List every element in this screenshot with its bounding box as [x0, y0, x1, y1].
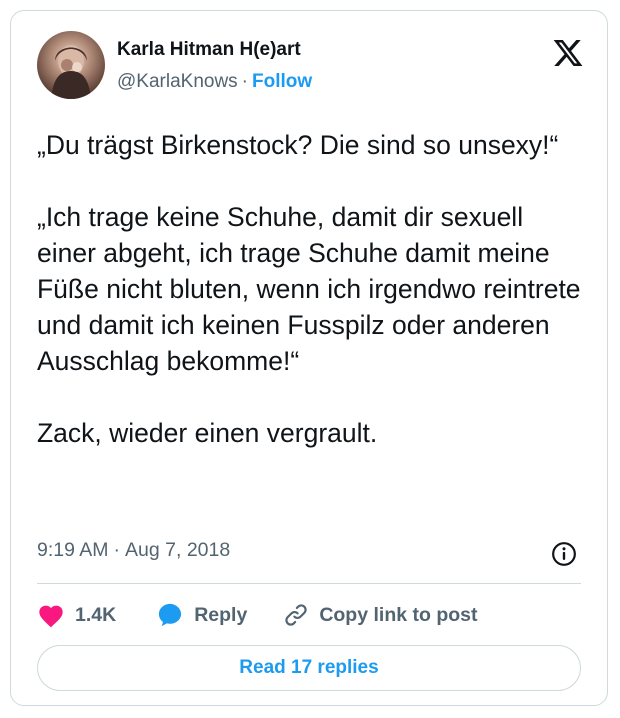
copy-link-label: Copy link to post [319, 603, 478, 626]
info-icon[interactable] [551, 541, 577, 567]
heart-icon [39, 605, 63, 628]
action-bar: 1.4K Reply Copy link to post [37, 598, 477, 632]
divider [37, 583, 581, 584]
read-replies-button[interactable]: Read 17 replies [37, 645, 581, 691]
tweet-text: „Du trägst Birkenstock? Die sind so unse… [37, 130, 581, 448]
tweet-date: Aug 7, 2018 [125, 539, 231, 561]
author-handle[interactable]: @KarlaKnows [117, 71, 238, 92]
separator-dot: · [241, 71, 248, 92]
tweet-card: Karla Hitman H(e)art @KarlaKnows · Follow … [10, 10, 608, 706]
follow-button[interactable]: Follow [252, 71, 312, 92]
like-button[interactable]: 1.4K [37, 602, 116, 628]
author-handle-row: @KarlaKnows · Follow [117, 71, 312, 93]
like-count: 1.4K [75, 603, 117, 626]
avatar-image [51, 45, 91, 99]
tweet-time: 9:19 AM [37, 539, 109, 561]
author-display-name[interactable]: Karla Hitman H(e)art [117, 39, 301, 61]
x-logo-icon[interactable] [551, 37, 585, 69]
copy-link-button[interactable]: Copy link to post [283, 602, 477, 628]
link-icon [285, 604, 307, 626]
separator-dot: · [113, 539, 121, 561]
avatar[interactable] [37, 31, 105, 99]
reply-label: Reply [194, 603, 248, 626]
speech-bubble-icon [159, 603, 182, 627]
tweet-timestamp[interactable]: 9:19 AM · Aug 7, 2018 [37, 539, 230, 562]
reply-button[interactable]: Reply [156, 601, 247, 629]
